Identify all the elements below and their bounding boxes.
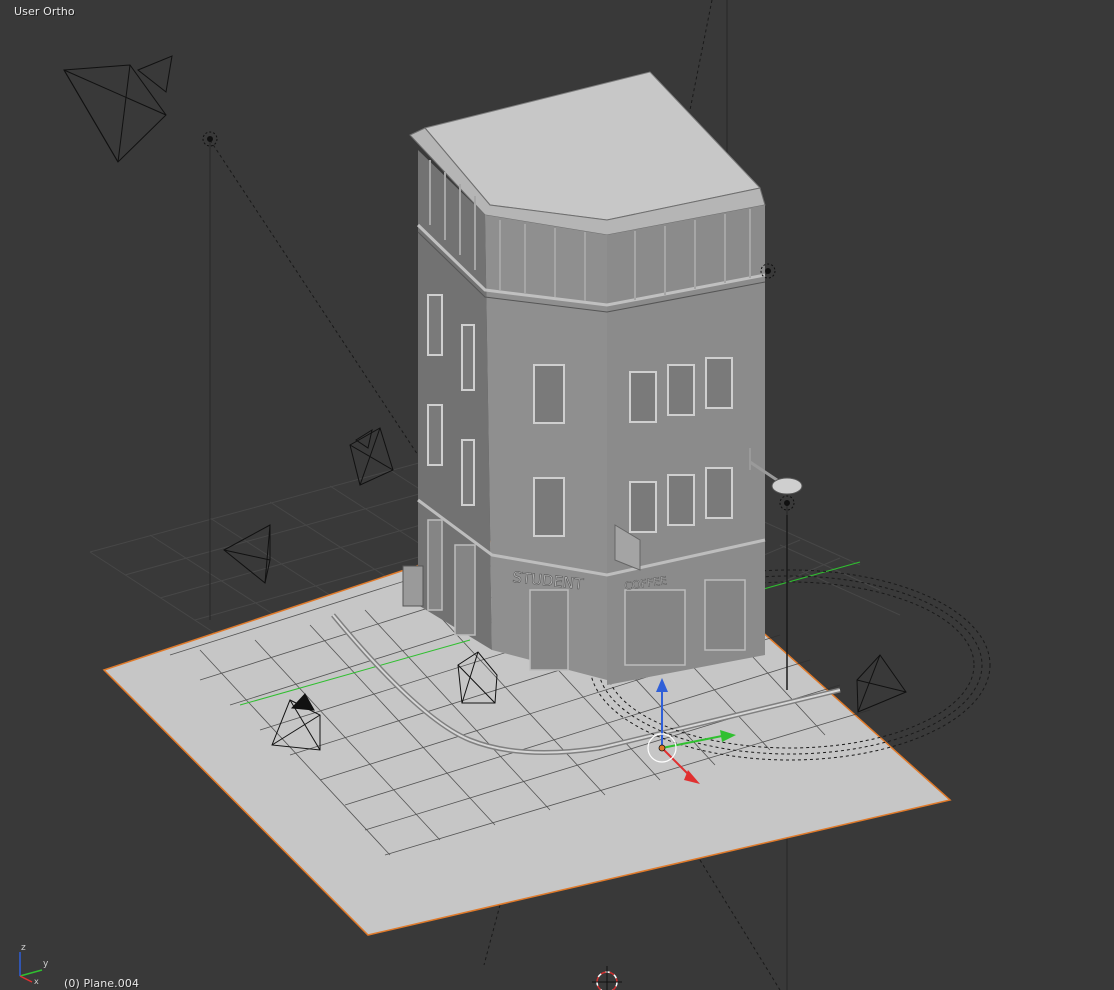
axis-orientation-widget: z y x — [19, 943, 49, 984]
axis-widget-z-label: z — [21, 943, 26, 953]
axis-widget-y-label: y — [43, 959, 49, 969]
camera-2[interactable] — [349, 427, 394, 486]
scene-canvas[interactable]: STUDENT COFFEE — [0, 0, 1114, 990]
axis-widget-y — [19, 969, 43, 977]
spot-guide-top — [689, 0, 713, 111]
camera-3[interactable] — [223, 524, 271, 584]
camera-1[interactable] — [63, 55, 173, 163]
building[interactable]: STUDENT COFFEE — [402, 71, 766, 685]
camera-6[interactable] — [856, 654, 907, 713]
axis-widget-x — [19, 975, 33, 983]
view-label: User Ortho — [14, 5, 75, 18]
3d-cursor[interactable] — [592, 966, 622, 990]
3d-viewport[interactable]: STUDENT COFFEE User Ortho (0) Plane.004 … — [0, 0, 1114, 990]
axis-widget-x-label: x — [34, 977, 39, 984]
spot-guide-bottom — [483, 904, 501, 966]
active-object-label: (0) Plane.004 — [64, 977, 140, 990]
spot-guide-right — [699, 859, 781, 990]
side-box — [402, 565, 424, 607]
object-origin — [658, 744, 666, 752]
